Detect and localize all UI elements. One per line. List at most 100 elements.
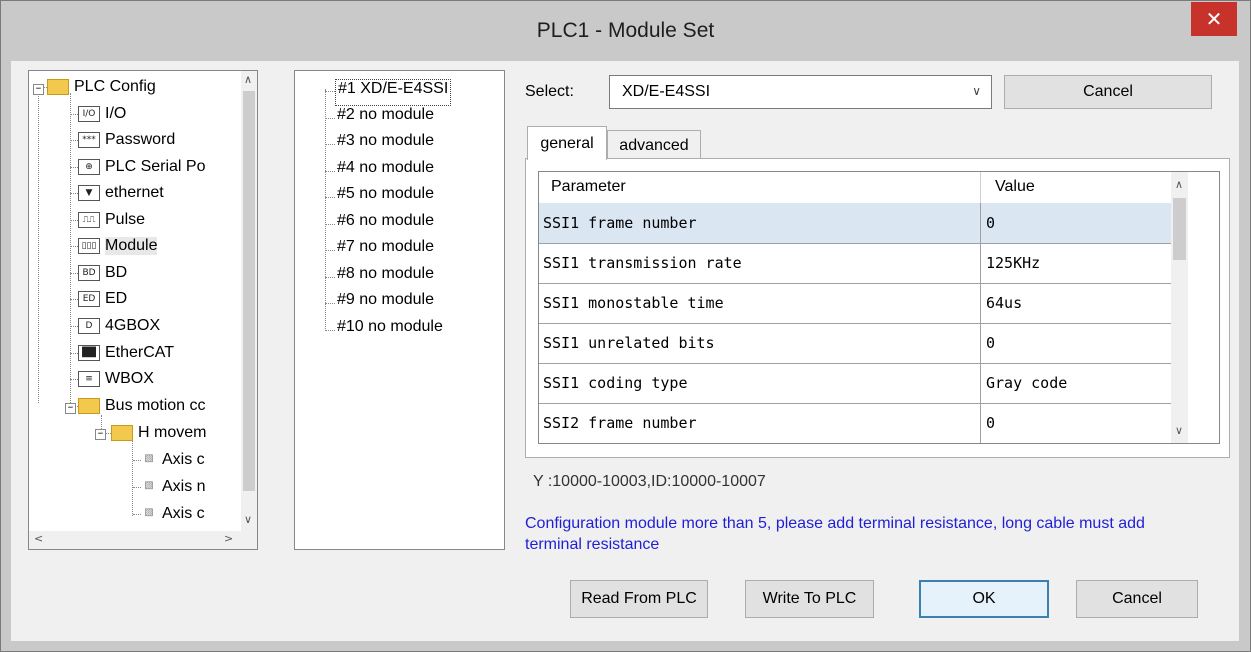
tree-item[interactable]: I/O I/O (78, 102, 126, 126)
module-slot-item[interactable]: #9 no module (337, 291, 434, 316)
scroll-right-icon[interactable]: > (224, 532, 233, 545)
parameter-cell: SSI1 frame number (543, 214, 697, 232)
tree-item[interactable]: ██ EtherCAT (78, 341, 174, 365)
value-cell[interactable]: 0 (986, 334, 995, 352)
slot-branch-line (325, 144, 335, 145)
scroll-corner (241, 531, 257, 549)
slot-branch-line (325, 303, 335, 304)
grid-row[interactable]: SSI2 frame number 0 (539, 403, 1171, 443)
tree-item[interactable]: ⊕ PLC Serial Po (78, 155, 206, 179)
tab-general[interactable]: general (527, 126, 607, 160)
module-slot-item[interactable]: #1 XD/E-E4SSI (335, 79, 452, 106)
scroll-left-icon[interactable]: < (34, 532, 43, 545)
tree-horizontal-scrollbar[interactable]: < > (29, 531, 241, 549)
value-cell[interactable]: 0 (986, 214, 995, 232)
slot-branch-line (325, 276, 335, 278)
read-from-plc-button[interactable]: Read From PLC (570, 580, 708, 618)
module-select[interactable]: XD/E-E4SSI ∨ (609, 75, 992, 109)
module-slot-item[interactable]: #8 no module (337, 265, 434, 290)
parameter-cell: SSI1 monostable time (543, 294, 724, 312)
select-label: Select: (525, 83, 574, 100)
module-slot-item[interactable]: #5 no module (337, 185, 434, 210)
4gbox-icon: D (78, 318, 100, 334)
module-set-window: PLC1 - Module Set ✕ PLC Config I/O I/O *** P… (0, 0, 1251, 652)
parameter-cell: SSI2 frame number (543, 414, 697, 432)
grid-row[interactable]: SSI1 unrelated bits 0 (539, 323, 1171, 364)
write-to-plc-button[interactable]: Write To PLC (745, 580, 874, 618)
module-slot-item[interactable]: #3 no module (337, 132, 434, 157)
tree-item-label: H movem (138, 424, 207, 441)
tab-advanced[interactable]: advanced (607, 130, 701, 160)
ok-button[interactable]: OK (919, 580, 1049, 618)
grid-row[interactable]: SSI1 monostable time 64us (539, 283, 1171, 324)
slot-branch-line (325, 250, 335, 251)
column-separator (980, 283, 981, 323)
value-cell[interactable]: 125KHz (986, 254, 1040, 272)
tree-item[interactable]: ED ED (78, 287, 127, 311)
tree-item[interactable]: BD BD (78, 261, 127, 285)
close-icon: ✕ (1205, 7, 1223, 31)
tree-branch-line (70, 193, 78, 194)
grid-scroll-up-icon[interactable]: ∧ (1175, 178, 1183, 191)
tree-item-label: ethernet (105, 184, 164, 201)
dialog-body: PLC Config I/O I/O *** Password ⊕ PLC Serial P… (11, 61, 1239, 641)
tree-item[interactable]: D 4GBOX (78, 314, 160, 338)
module-slot-item[interactable]: #6 no module (337, 212, 434, 237)
tree-item[interactable]: *** Password (78, 128, 175, 152)
tree-vertical-scrollbar[interactable]: ∧ ∨ (241, 71, 257, 531)
ethercat-icon: ██ (78, 345, 100, 361)
grid-row[interactable]: SSI1 coding type Gray code (539, 363, 1171, 404)
tree-connector-line (132, 441, 133, 516)
collapse-icon[interactable]: − (95, 429, 106, 440)
column-separator (980, 243, 981, 283)
value-cell[interactable]: 64us (986, 294, 1022, 312)
parameter-grid[interactable]: Parameter Value SSI1 frame number 0 SSI1 t… (538, 171, 1220, 444)
tree-item[interactable]: ▧ Axis n (141, 475, 205, 499)
tree-item[interactable]: ≡ WBOX (78, 367, 154, 391)
collapse-icon[interactable]: − (65, 403, 76, 414)
tree-item-label: Bus motion cc (105, 397, 206, 414)
module-slot-list[interactable]: #1 XD/E-E4SSI #2 no module #3 no module #4 … (294, 70, 505, 550)
config-tree[interactable]: PLC Config I/O I/O *** Password ⊕ PLC Serial P… (28, 70, 258, 550)
tree-branch-line (70, 114, 78, 115)
module-slot-item[interactable]: #2 no module (337, 106, 434, 131)
tree-branch-line (133, 460, 141, 461)
scroll-down-icon[interactable]: ∨ (244, 513, 252, 526)
tree-item-label: ED (105, 290, 128, 307)
value-cell[interactable]: 0 (986, 414, 995, 432)
tree-item[interactable]: ▯▯▯ Module (78, 234, 158, 258)
window-title: PLC1 - Module Set (536, 19, 715, 42)
slot-branch-line (325, 223, 335, 225)
grid-row[interactable]: SSI1 frame number 0 (539, 203, 1171, 244)
close-button[interactable]: ✕ (1191, 2, 1237, 36)
cancel-button[interactable]: Cancel (1076, 580, 1198, 618)
grid-vertical-scrollbar[interactable]: ∧ ∨ (1171, 172, 1188, 443)
grid-row[interactable]: SSI1 transmission rate 125KHz (539, 243, 1171, 284)
tree-item[interactable]: PLC Config (47, 75, 156, 99)
grid-header: Parameter Value (539, 172, 1171, 204)
grid-scroll-down-icon[interactable]: ∨ (1175, 424, 1183, 437)
module-slot-item[interactable]: #10 no module (337, 318, 443, 343)
slot-branch-line (325, 197, 335, 198)
value-cell[interactable]: Gray code (986, 374, 1067, 392)
module-slot-item[interactable]: #4 no module (337, 159, 434, 184)
module-slot-item[interactable]: #7 no module (337, 238, 434, 263)
module-select-value: XD/E-E4SSI (622, 83, 711, 100)
address-range-text: Y :10000-10003,ID:10000-10007 (533, 473, 766, 490)
tree-item[interactable]: ▼ ethernet (78, 181, 164, 205)
tree-item[interactable]: ⎍⎍ Pulse (78, 208, 145, 232)
folder-icon (111, 425, 133, 441)
collapse-icon[interactable]: − (33, 84, 44, 95)
tree-scroll-thumb[interactable] (243, 91, 255, 491)
scroll-up-icon[interactable]: ∧ (244, 73, 252, 86)
tree-item[interactable]: ▧ Axis c (141, 448, 204, 472)
tree-branch-line (70, 326, 78, 327)
tree-item[interactable]: Bus motion cc (78, 394, 205, 418)
grid-scroll-thumb[interactable] (1173, 198, 1186, 260)
folder-icon (47, 79, 69, 95)
tree-content: PLC Config I/O I/O *** Password ⊕ PLC Serial P… (29, 71, 241, 531)
tree-branch-line (70, 273, 78, 274)
tree-item[interactable]: H movem (111, 421, 206, 445)
tree-item[interactable]: ▧ Axis c (141, 502, 204, 526)
cancel-top-button[interactable]: Cancel (1004, 75, 1212, 109)
